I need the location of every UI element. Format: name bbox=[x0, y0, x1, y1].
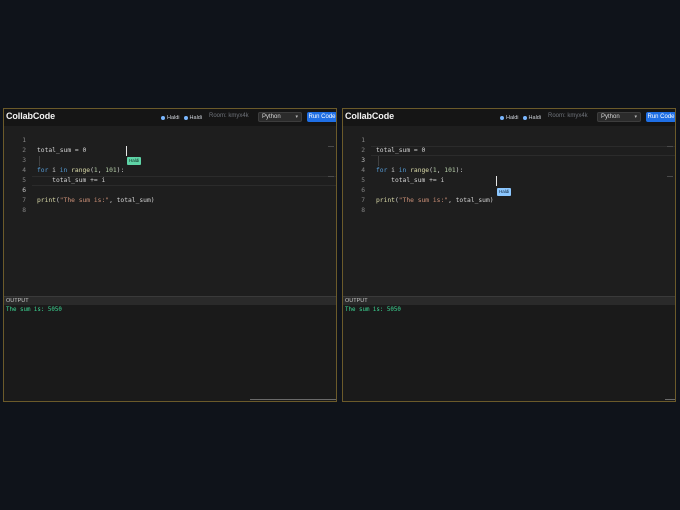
output-text: The sum is: 5050 bbox=[6, 307, 62, 313]
scrollbar-marker bbox=[328, 176, 334, 177]
user-list: Haldi Haldi bbox=[500, 113, 541, 123]
code-line: 8 bbox=[361, 207, 365, 214]
cursor-user-tag: Haldi bbox=[497, 188, 512, 196]
room-label: Room: kmyx4k bbox=[209, 113, 249, 119]
resize-handle[interactable] bbox=[250, 399, 336, 400]
user-list: Haldi Haldi bbox=[161, 113, 202, 123]
code-line: 6 print("The sum is:", total_sum) bbox=[22, 187, 155, 204]
output-text: The sum is: 5050 bbox=[345, 307, 401, 313]
code-line: 6 print("The sum is:", total_sum) bbox=[361, 187, 494, 204]
scrollbar-marker bbox=[667, 176, 673, 177]
user-dot-icon bbox=[161, 116, 165, 120]
scrollbar-marker bbox=[667, 146, 673, 147]
code-line: 5 bbox=[361, 177, 365, 184]
room-label: Room: kmyx4k bbox=[548, 113, 588, 119]
remote-cursor bbox=[496, 176, 497, 186]
code-line: 3 for i in range(1, 101): bbox=[361, 157, 464, 174]
pane-header: CollabCode Haldi Haldi Room: kmyx4k Pyth… bbox=[343, 109, 675, 127]
user-dot-icon bbox=[522, 116, 527, 120]
cursor-user-tag: Haldi bbox=[127, 157, 142, 165]
code-line: 4 total_sum += i bbox=[361, 167, 445, 184]
app-title: CollabCode bbox=[6, 111, 56, 121]
code-line: 1 total_sum = 0 bbox=[22, 137, 87, 154]
code-line: 5 bbox=[22, 177, 26, 184]
user-badge: Haldi bbox=[183, 115, 202, 121]
scrollbar-marker bbox=[328, 146, 334, 147]
output-header: OUTPUT bbox=[343, 296, 675, 305]
user-badge: Haldi bbox=[522, 115, 541, 121]
output-panel: The sum is: 5050 bbox=[4, 305, 336, 401]
chevron-down-icon: ▾ bbox=[634, 114, 637, 120]
run-code-button[interactable]: Run Code bbox=[307, 112, 336, 122]
code-line: 1 total_sum = 0 bbox=[361, 137, 426, 154]
code-editor[interactable]: 1 total_sum = 0 2 3 for i in range(1, 10… bbox=[343, 126, 675, 296]
code-editor[interactable]: 1 total_sum = 0 2 3 for i in range(1, 10… bbox=[4, 126, 336, 296]
language-select[interactable]: Python ▾ bbox=[597, 112, 641, 122]
output-header: OUTPUT bbox=[4, 296, 336, 305]
user-dot-icon bbox=[500, 116, 504, 120]
remote-cursor bbox=[126, 146, 127, 156]
code-line: 2 bbox=[361, 147, 365, 154]
user-badge: Haldi bbox=[161, 115, 180, 121]
code-line: 7 bbox=[22, 197, 26, 204]
editor-pane-right: CollabCode Haldi Haldi Room: kmyx4k Pyth… bbox=[342, 108, 676, 402]
code-line: 8 bbox=[22, 207, 26, 214]
run-code-button[interactable]: Run Code bbox=[646, 112, 675, 122]
pane-header: CollabCode Haldi Haldi Room: kmyx4k Pyth… bbox=[4, 109, 336, 127]
code-line: 2 bbox=[22, 147, 26, 154]
editor-pane-left: CollabCode Haldi Haldi Room: kmyx4k Pyth… bbox=[3, 108, 337, 402]
code-line: 3 for i in range(1, 101): bbox=[22, 157, 125, 174]
user-dot-icon bbox=[183, 116, 188, 120]
chevron-down-icon: ▾ bbox=[295, 114, 298, 120]
language-select[interactable]: Python ▾ bbox=[258, 112, 302, 122]
code-line: 4 total_sum += i bbox=[22, 167, 106, 184]
output-panel: The sum is: 5050 bbox=[343, 305, 675, 401]
resize-handle[interactable] bbox=[665, 399, 675, 400]
user-badge: Haldi bbox=[500, 115, 519, 121]
app-title: CollabCode bbox=[345, 111, 395, 121]
